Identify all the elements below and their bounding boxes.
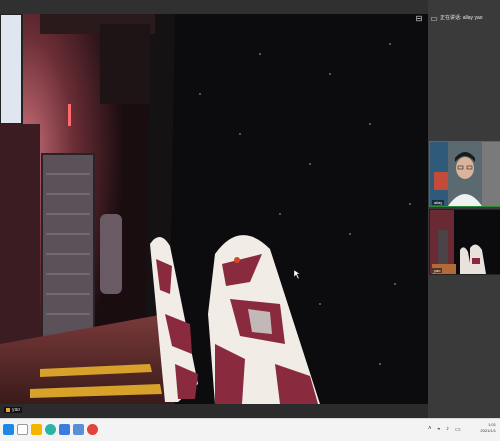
- tray-chevron-icon[interactable]: ˄: [428, 426, 432, 432]
- main-speaker-name: yao: [12, 407, 21, 413]
- main-video-feed[interactable]: [0, 14, 428, 404]
- participant-name: yao: [432, 268, 443, 273]
- volume-icon[interactable]: ♪: [446, 426, 449, 432]
- mic-indicator-icon: [6, 407, 10, 412]
- store-icon[interactable]: [59, 424, 70, 435]
- participant-video-yao: [430, 210, 500, 274]
- network-icon[interactable]: ◒: [437, 426, 441, 432]
- windows-start-icon[interactable]: [3, 424, 14, 435]
- mail-icon[interactable]: [73, 424, 84, 435]
- battery-icon[interactable]: ▭: [455, 426, 461, 433]
- participant-video-allay: [430, 142, 500, 206]
- taskbar: ˄ ◒ ♪ ▭ 1:01 2021/1/1: [0, 418, 500, 441]
- chrome-icon[interactable]: [87, 424, 98, 435]
- video-call-window: ⊟ ▭ 正在讲话: allay yao allay yao yao: [0, 0, 500, 418]
- search-icon[interactable]: [17, 424, 28, 435]
- layout-icon[interactable]: ▭: [430, 15, 438, 23]
- clock[interactable]: 1:01 2021/1/1: [480, 422, 496, 434]
- participant-tile-yao[interactable]: yao: [429, 209, 500, 275]
- fullscreen-icon[interactable]: ⊟: [415, 15, 423, 23]
- clock-date: 2021/1/1: [480, 428, 496, 433]
- main-speaker-tag: yao: [4, 407, 23, 413]
- active-speaker-label: 正在讲话: allay yao: [440, 15, 483, 21]
- window-top-bar: [0, 0, 500, 14]
- file-explorer-icon[interactable]: [31, 424, 42, 435]
- edge-browser-icon[interactable]: [45, 424, 56, 435]
- participant-name: allay: [432, 200, 445, 205]
- participant-tile-allay[interactable]: allay: [429, 141, 500, 207]
- main-video-image: [0, 14, 428, 404]
